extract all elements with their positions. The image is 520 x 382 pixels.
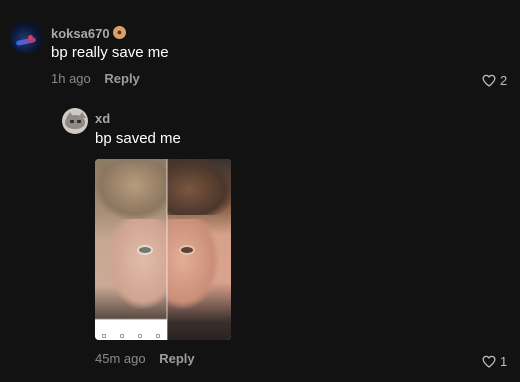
like-count: 2 <box>500 72 508 88</box>
photo-toolbar <box>95 331 167 340</box>
comment-timestamp: 1h ago <box>51 71 91 86</box>
heart-outline-icon <box>482 355 496 368</box>
avatar-art <box>77 120 81 123</box>
reply-text: bp saved me <box>95 130 181 147</box>
photo-detail <box>139 247 151 253</box>
avatar-art <box>15 36 37 47</box>
photo-detail <box>167 219 219 309</box>
reply-timestamp: 45m ago <box>95 351 146 366</box>
toolbar-icon <box>102 333 106 338</box>
reply-username[interactable]: xd <box>95 111 110 126</box>
photo-divider <box>166 159 168 340</box>
photo-detail <box>181 247 193 253</box>
photo-detail <box>107 219 167 309</box>
like-button[interactable]: 1 <box>482 353 507 369</box>
like-button[interactable]: 2 <box>482 72 507 88</box>
comments-panel: koksa670 ● bp really save me 1h ago Repl… <box>0 0 520 382</box>
avatar[interactable] <box>10 22 42 54</box>
photo-detail <box>95 163 167 219</box>
cookie-emoji-icon: ● <box>113 26 126 39</box>
toolbar-icon <box>120 333 124 338</box>
reply-item: xd bp saved me 45m ago Reply 1 <box>0 100 520 382</box>
avatar-art <box>65 115 85 129</box>
heart-outline-icon <box>482 74 496 87</box>
avatar-art <box>70 120 74 123</box>
comment-text: bp really save me <box>51 44 169 61</box>
comment-meta: 1h ago Reply <box>51 71 140 86</box>
photo-detail <box>167 159 231 215</box>
avatar-art-dot <box>28 35 33 40</box>
toolbar-icon <box>138 333 142 338</box>
avatar[interactable] <box>62 108 88 134</box>
reply-button[interactable]: Reply <box>159 351 194 366</box>
toolbar-icon <box>156 333 160 338</box>
like-count: 1 <box>500 353 508 369</box>
reply-image[interactable] <box>95 159 231 340</box>
reply-button[interactable]: Reply <box>104 71 139 86</box>
comment-item: koksa670 ● bp really save me 1h ago Repl… <box>0 0 520 100</box>
comment-username[interactable]: koksa670 <box>51 26 110 41</box>
reply-meta: 45m ago Reply <box>95 351 195 366</box>
